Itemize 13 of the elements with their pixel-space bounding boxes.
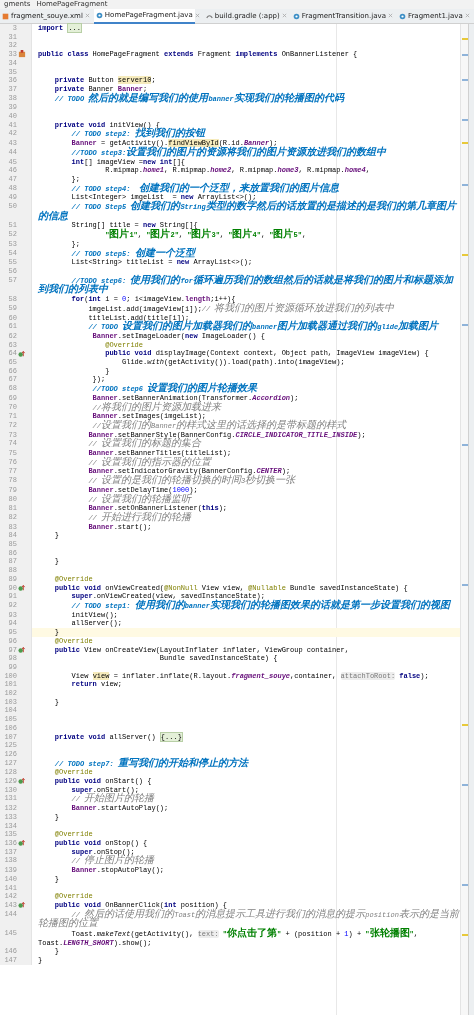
file-icon [2,13,9,20]
override-gutter-icon[interactable] [17,777,26,786]
override-gutter-icon[interactable] [17,645,26,654]
override-gutter-icon[interactable] [17,583,26,592]
override-gutter-icon[interactable] [17,349,26,358]
class-icon [95,12,103,19]
class-icon [292,13,300,20]
close-icon[interactable] [194,12,200,20]
override-gutter-icon[interactable] [17,901,26,910]
class-gutter-icon[interactable] [17,50,26,59]
arc-icon [205,13,213,20]
class-icon [398,13,406,20]
override-gutter-icon[interactable] [17,839,26,848]
